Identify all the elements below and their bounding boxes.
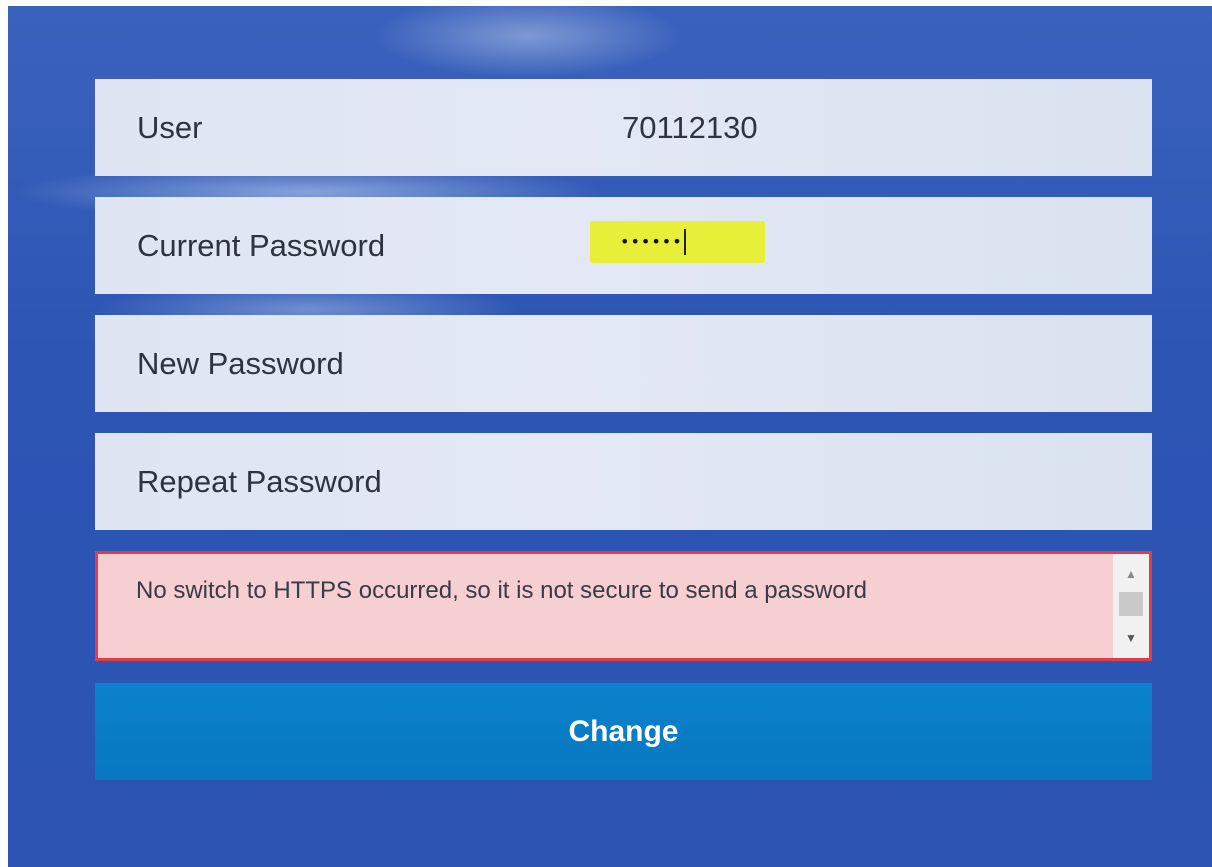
current-password-row: Current Password ••••••: [95, 197, 1152, 294]
error-message-text: No switch to HTTPS occurred, so it is no…: [136, 577, 867, 604]
user-label: User: [137, 110, 203, 145]
new-password-label: New Password: [137, 346, 344, 381]
repeat-password-row[interactable]: Repeat Password: [95, 433, 1152, 530]
current-password-value: ••••••: [620, 232, 683, 251]
user-value: 70112130: [622, 110, 758, 145]
arrow-up-icon[interactable]: ▲: [1113, 562, 1149, 586]
current-password-input[interactable]: ••••••: [590, 221, 765, 263]
user-row: User 70112130: [95, 79, 1152, 176]
repeat-password-label: Repeat Password: [137, 464, 382, 499]
scroll-thumb[interactable]: [1119, 592, 1143, 616]
arrow-down-icon[interactable]: ▼: [1113, 626, 1149, 650]
text-caret: [683, 229, 686, 255]
error-scrollbar[interactable]: ▲ ▼: [1113, 554, 1149, 658]
change-button[interactable]: Change: [95, 683, 1152, 780]
new-password-row[interactable]: New Password: [95, 315, 1152, 412]
current-password-label: Current Password: [137, 228, 386, 263]
error-message-box: No switch to HTTPS occurred, so it is no…: [95, 551, 1152, 661]
change-password-panel: User 70112130 Current Password •••••• Ne…: [8, 6, 1212, 867]
